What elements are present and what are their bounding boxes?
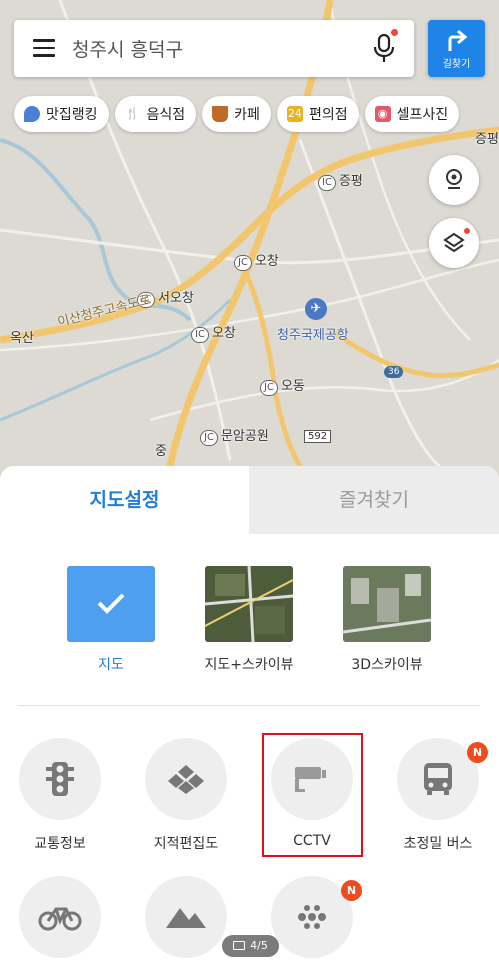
layers-button[interactable] — [429, 218, 479, 268]
3d-satellite-image — [343, 566, 431, 642]
notification-dot — [464, 228, 470, 234]
cup-icon — [212, 106, 229, 122]
map-label-jung: 중 — [155, 444, 167, 459]
directions-arrow-icon — [448, 29, 468, 51]
skyview-thumbnail — [205, 566, 293, 642]
directions-label: 길찾기 — [442, 59, 471, 70]
sheet-tabs: 지도설정 즐겨찾기 — [0, 466, 499, 534]
map-label-jeungpyeong[interactable]: IC 증평 — [318, 170, 363, 191]
route-shield-36: 36 — [384, 366, 404, 378]
satellite-image — [205, 566, 293, 642]
divider — [18, 705, 480, 706]
map-type-map-skyview[interactable]: 지도+스카이뷰 — [194, 566, 304, 674]
route-box-592: 592 — [304, 430, 332, 443]
directions-button[interactable]: 길찾기 — [428, 20, 485, 77]
pin-icon — [24, 106, 40, 122]
new-badge: N — [341, 880, 362, 901]
map-label-odong[interactable]: JC 오동 — [260, 375, 305, 396]
chip-convenience-store[interactable]: 24 편의점 — [276, 96, 359, 132]
map-label-jeungpyeong-edge[interactable]: 증평 — [475, 128, 499, 147]
map-label-osan[interactable]: 옥산 — [10, 327, 34, 346]
airport-icon: ✈ — [305, 298, 327, 320]
camera-icon: ◉ — [374, 106, 391, 122]
notification-dot — [391, 29, 398, 36]
layer-precise-bus[interactable]: N 초정밀 버스 — [388, 738, 488, 853]
traffic-light-icon — [46, 762, 74, 796]
location-icon — [446, 169, 462, 189]
map-type-3d-skyview[interactable]: 3D스카이뷰 — [332, 566, 442, 674]
layer-bicycle[interactable] — [10, 876, 110, 958]
check-icon — [97, 593, 125, 614]
microphone-icon[interactable] — [372, 33, 396, 63]
map-settings-sheet: 지도설정 즐겨찾기 지도 지도+스카이뷰 3D스카이뷰 교통정보 지적편집도 C… — [0, 466, 499, 962]
category-chips: 맛집랭킹 🍴 음식점 카페 24 편의점 ◉ 셀프사진 — [14, 96, 465, 132]
chip-cafe[interactable]: 카페 — [202, 96, 271, 132]
cadastral-map-icon — [168, 765, 204, 794]
image-icon — [233, 941, 246, 950]
cctv-highlight-box — [262, 733, 363, 857]
new-badge: N — [467, 742, 488, 763]
bus-icon — [424, 763, 452, 795]
chip-restaurant-ranking[interactable]: 맛집랭킹 — [14, 96, 109, 132]
map-label-ochang[interactable]: JC 오창 — [234, 250, 279, 271]
layers-icon — [443, 232, 465, 253]
layer-cadastral[interactable]: 지적편집도 — [136, 738, 236, 853]
dots-icon — [298, 905, 326, 929]
chip-restaurants[interactable]: 🍴 음식점 — [114, 96, 197, 132]
page-indicator: 4/5 — [222, 935, 279, 957]
map-type-thumbnail — [67, 566, 155, 642]
chip-self-photo[interactable]: ◉ 셀프사진 — [364, 96, 460, 132]
map-label-ochang-2[interactable]: IC 오창 — [191, 322, 236, 343]
store-icon: 24 — [286, 106, 303, 122]
search-input[interactable]: 청주시 흥덕구 — [72, 35, 183, 62]
map-type-selector: 지도 지도+스카이뷰 3D스카이뷰 — [0, 566, 499, 676]
map-label-airport[interactable]: 청주국제공항 — [277, 324, 349, 343]
tab-map-settings[interactable]: 지도설정 — [0, 466, 249, 534]
current-location-button[interactable] — [429, 155, 479, 205]
3d-skyview-thumbnail — [343, 566, 431, 642]
map-type-map[interactable]: 지도 — [56, 566, 166, 674]
layer-terrain[interactable] — [136, 876, 236, 958]
tab-favorites[interactable]: 즐겨찾기 — [249, 466, 499, 534]
mountain-icon — [166, 908, 206, 928]
bicycle-icon — [38, 907, 82, 931]
menu-icon[interactable] — [33, 39, 55, 57]
layer-traffic[interactable]: 교통정보 — [10, 738, 110, 853]
utensils-icon: 🍴 — [125, 107, 140, 120]
search-bar[interactable]: 청주시 흥덕구 — [14, 20, 414, 77]
map-label-munam[interactable]: JC 문암공원 — [200, 425, 269, 446]
